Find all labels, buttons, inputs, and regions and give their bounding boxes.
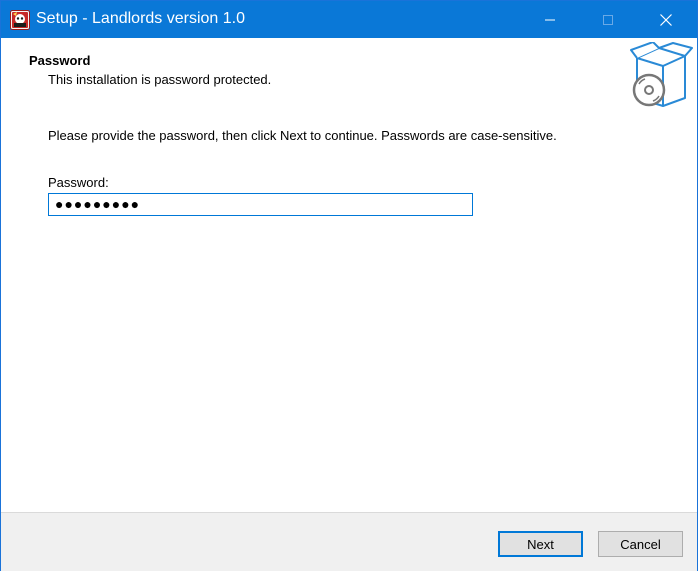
maximize-button[interactable] — [585, 1, 631, 38]
setup-window: Setup - Landlords version 1.0 Password T… — [0, 0, 698, 571]
wizard-footer: Next Cancel — [1, 512, 697, 571]
minimize-icon — [545, 19, 555, 20]
title-bar[interactable]: Setup - Landlords version 1.0 — [1, 1, 697, 38]
minimize-button[interactable] — [527, 1, 573, 38]
landlords-app-icon — [10, 10, 30, 30]
password-label: Password: — [48, 175, 109, 190]
password-field[interactable]: ●●●●●●●●● — [48, 193, 473, 216]
close-button[interactable] — [643, 1, 689, 38]
cancel-button[interactable]: Cancel — [598, 531, 683, 557]
page-heading: Password — [29, 53, 91, 68]
software-box-cd-icon — [629, 41, 693, 108]
page-subheading: This installation is password protected. — [48, 72, 272, 87]
next-button[interactable]: Next — [498, 531, 583, 557]
instruction-text: Please provide the password, then click … — [48, 128, 557, 143]
maximize-icon — [603, 14, 613, 25]
wizard-header: Password This installation is password p… — [1, 38, 697, 109]
close-icon — [660, 13, 672, 26]
window-title: Setup - Landlords version 1.0 — [36, 10, 246, 27]
